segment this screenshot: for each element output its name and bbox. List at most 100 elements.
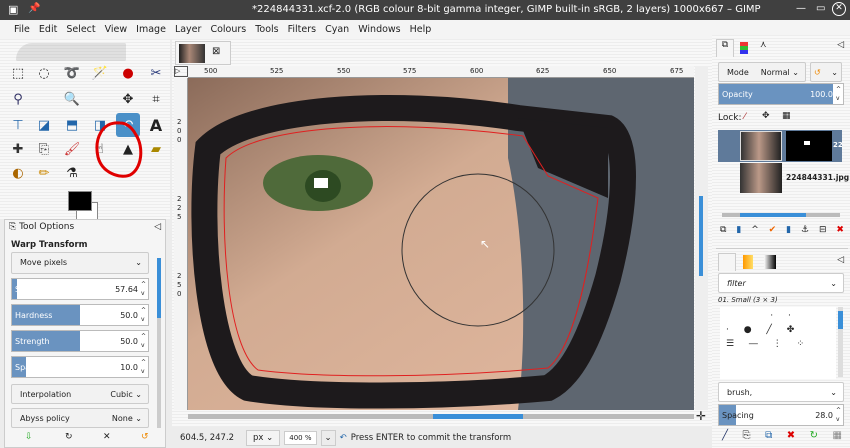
- save-preset-icon[interactable]: ⇩: [25, 432, 33, 442]
- size-slider[interactable]: Size 57.64 ^ v: [11, 278, 149, 300]
- spinner-icon[interactable]: ^ v: [141, 306, 146, 324]
- delete-layer-icon[interactable]: ✖: [836, 225, 844, 235]
- menu-windows[interactable]: Windows: [358, 24, 400, 35]
- close-tab-icon[interactable]: ⊠: [212, 46, 220, 57]
- new-brush-icon[interactable]: ⎘: [743, 430, 751, 441]
- free-select-icon[interactable]: ➰: [62, 63, 82, 83]
- image-canvas[interactable]: ↖: [188, 78, 694, 410]
- menu-filters[interactable]: Filters: [288, 24, 316, 35]
- ellipse-select-icon[interactable]: ◌: [34, 63, 54, 83]
- heal-icon[interactable]: ✚: [8, 139, 28, 159]
- paintbrush-icon[interactable]: 🖌: [62, 139, 82, 159]
- shear-icon[interactable]: ◪: [34, 115, 54, 135]
- spinner-icon[interactable]: ^ v: [141, 358, 146, 376]
- rect-select-icon[interactable]: ⬚: [8, 63, 28, 83]
- mode-dropdown[interactable]: Move pixels ⌄: [11, 252, 149, 274]
- strength-slider[interactable]: Strength 50.0 ^ v: [11, 330, 149, 352]
- menu-image[interactable]: Image: [136, 24, 166, 35]
- menu-file[interactable]: File: [14, 24, 30, 35]
- pin-icon[interactable]: 📌: [28, 3, 40, 14]
- layer-row-selected[interactable]: 224: [718, 130, 842, 162]
- refresh-brushes-icon[interactable]: ↻: [810, 430, 818, 441]
- pencil-icon[interactable]: ✏: [34, 163, 54, 183]
- dodge-burn-icon[interactable]: ◐: [8, 163, 28, 183]
- open-as-image-icon[interactable]: ▦: [833, 430, 842, 441]
- menu-help[interactable]: Help: [410, 24, 432, 35]
- panel-menu-icon[interactable]: ◁: [837, 255, 844, 265]
- composite-mode-dropdown[interactable]: ↺ ⌄: [810, 62, 842, 82]
- abyss-policy-dropdown[interactable]: Abyss policy None ⌄: [11, 408, 149, 428]
- delete-brush-icon[interactable]: ✖: [787, 430, 795, 441]
- horizontal-scrollbar[interactable]: [188, 414, 694, 419]
- new-layer-group-icon[interactable]: ⧉: [720, 225, 726, 235]
- eraser-icon[interactable]: ▰: [146, 139, 166, 159]
- brush-grid[interactable]: · · · ● ╱ ✤ ☰ ― ⋮ ⁘: [720, 307, 836, 379]
- brush-spacing-slider[interactable]: Spacing 28.0 ^ v: [718, 404, 844, 426]
- menu-cyan[interactable]: Cyan: [325, 24, 349, 35]
- hardness-slider[interactable]: Hardness 50.0 ^ v: [11, 304, 149, 326]
- menu-edit[interactable]: Edit: [39, 24, 57, 35]
- menu-view[interactable]: View: [105, 24, 128, 35]
- edit-brush-icon[interactable]: ╱: [722, 430, 728, 441]
- close-button[interactable]: ✕: [832, 2, 846, 16]
- zoom-icon[interactable]: 🔍: [62, 89, 82, 109]
- zoom-dropdown[interactable]: ⌄: [320, 429, 336, 446]
- text-icon[interactable]: A: [146, 115, 166, 135]
- duplicate-layer-icon[interactable]: ▮: [786, 225, 791, 235]
- delete-preset-icon[interactable]: ✕: [103, 432, 111, 442]
- scissors-icon[interactable]: ✂: [146, 63, 166, 83]
- clone-icon[interactable]: ⎘: [34, 139, 54, 159]
- spinner-icon[interactable]: ^ v: [141, 280, 146, 298]
- patterns-tab-icon[interactable]: [743, 255, 753, 269]
- zoom-field[interactable]: 400 %: [284, 430, 317, 445]
- navigate-icon[interactable]: ✛: [696, 409, 706, 423]
- tab-tool-options[interactable]: ⎘ Tool Options: [9, 222, 74, 232]
- merge-down-icon[interactable]: ⚓: [801, 225, 809, 235]
- layers-scrollbar[interactable]: [722, 213, 840, 217]
- new-layer-icon[interactable]: ▮: [736, 225, 741, 235]
- vertical-scrollbar[interactable]: [695, 66, 708, 410]
- maximize-button[interactable]: ▭: [816, 3, 825, 14]
- scrollbar[interactable]: [157, 258, 161, 428]
- menu-tools[interactable]: Tools: [255, 24, 278, 35]
- gradients-tab-icon[interactable]: [764, 255, 776, 269]
- layer-mode-dropdown[interactable]: Mode Normal ⌄: [718, 62, 806, 82]
- spinner-icon[interactable]: ^ v: [836, 406, 841, 424]
- quick-mask-toggle[interactable]: ▷: [174, 66, 188, 77]
- brush-scrollbar[interactable]: [838, 307, 843, 377]
- panel-menu-icon[interactable]: ◁: [154, 222, 161, 232]
- minimize-button[interactable]: —: [796, 3, 806, 14]
- reset-icon[interactable]: ↺: [141, 432, 149, 442]
- perspective-icon[interactable]: ⬒: [62, 115, 82, 135]
- move-icon[interactable]: ✥: [118, 89, 138, 109]
- brushes-tab-icon[interactable]: [718, 253, 736, 271]
- panel-menu-icon[interactable]: ◁: [837, 40, 844, 50]
- lock-alpha-icon[interactable]: ▦: [782, 111, 791, 121]
- select-by-color-icon[interactable]: ●: [118, 63, 138, 83]
- menu-select[interactable]: Select: [66, 24, 95, 35]
- layers-tab-icon[interactable]: ⧉: [716, 39, 734, 57]
- menu-colours[interactable]: Colours: [210, 24, 246, 35]
- spinner-icon[interactable]: ^ v: [836, 85, 841, 103]
- anchor-icon[interactable]: ✔: [769, 225, 777, 235]
- image-tab[interactable]: ⊠: [175, 41, 231, 65]
- foreground-select-icon[interactable]: ⚲: [8, 89, 28, 109]
- raise-layer-icon[interactable]: ^: [751, 225, 759, 235]
- restore-preset-icon[interactable]: ↻: [65, 432, 73, 442]
- lock-position-icon[interactable]: ✥: [762, 111, 770, 121]
- layer-row[interactable]: 224844331.jpg: [718, 162, 849, 194]
- mask-icon[interactable]: ⊟: [819, 225, 827, 235]
- unified-transform-icon[interactable]: ⊤: [8, 115, 28, 135]
- crop-icon[interactable]: ⌗: [146, 89, 166, 109]
- brush-tag-input[interactable]: brush, ⌄: [718, 382, 844, 402]
- duplicate-brush-icon[interactable]: ⧉: [765, 430, 772, 441]
- lock-pixels-icon[interactable]: ⁄: [744, 112, 746, 122]
- foreground-color-swatch[interactable]: [68, 191, 92, 211]
- spacing-slider[interactable]: Spacing 10.0 ^ v: [11, 356, 149, 378]
- paths-tab-icon[interactable]: ⋏: [760, 40, 767, 50]
- unit-dropdown[interactable]: px ⌄: [246, 429, 281, 446]
- menu-layer[interactable]: Layer: [175, 24, 202, 35]
- spinner-icon[interactable]: ^ v: [141, 332, 146, 350]
- interpolation-dropdown[interactable]: Interpolation Cubic ⌄: [11, 384, 149, 404]
- channels-tab-icon[interactable]: [740, 42, 748, 54]
